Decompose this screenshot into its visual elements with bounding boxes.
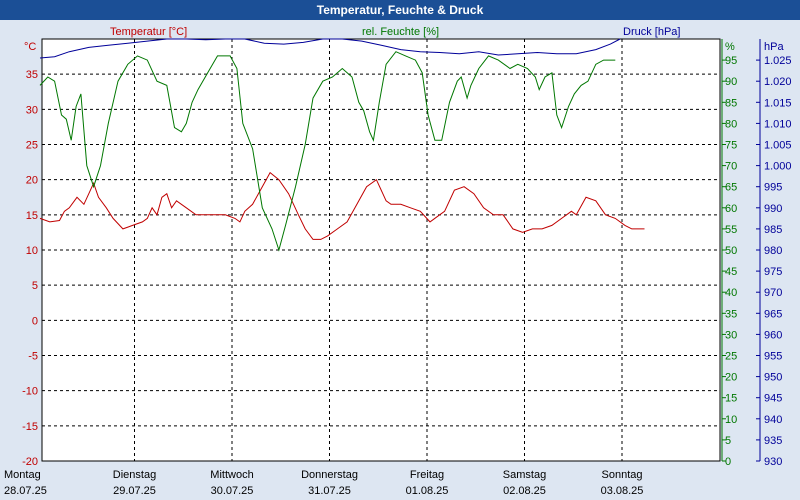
humidity-tick-label: 30 bbox=[725, 329, 737, 341]
pressure-tick-label: 1.025 bbox=[764, 55, 792, 67]
humidity-tick-label: 80 bbox=[725, 118, 737, 130]
temperature-tick-label: 10 bbox=[26, 245, 38, 257]
pressure-tick-label: 940 bbox=[764, 414, 782, 426]
x-date-label: 28.07.25 bbox=[4, 485, 47, 497]
x-day-label: Donnerstag bbox=[301, 469, 358, 481]
temperature-tick-label: 5 bbox=[32, 280, 38, 292]
temperature-unit: °C bbox=[24, 41, 36, 53]
pressure-tick-label: 1.020 bbox=[764, 76, 792, 88]
x-day-label: Samstag bbox=[503, 469, 546, 481]
x-day-label: Montag bbox=[4, 469, 41, 481]
temperature-tick-label: 20 bbox=[26, 175, 38, 187]
x-day-label: Freitag bbox=[410, 469, 444, 481]
x-day-label: Mittwoch bbox=[210, 469, 253, 481]
pressure-tick-label: 955 bbox=[764, 351, 782, 363]
humidity-tick-label: 50 bbox=[725, 245, 737, 257]
humidity-tick-label: 35 bbox=[725, 308, 737, 320]
humidity-tick-label: 95 bbox=[725, 55, 737, 67]
pressure-tick-label: 1.010 bbox=[764, 118, 792, 130]
x-date-label: 02.08.25 bbox=[503, 485, 546, 497]
x-day-label: Dienstag bbox=[113, 469, 156, 481]
humidity-tick-label: 20 bbox=[725, 372, 737, 384]
humidity-tick-label: 55 bbox=[725, 224, 737, 236]
temperature-tick-label: 25 bbox=[26, 140, 38, 152]
pressure-tick-label: 980 bbox=[764, 245, 782, 257]
temperature-tick-label: -5 bbox=[28, 351, 38, 363]
humidity-tick-label: 40 bbox=[725, 287, 737, 299]
temperature-tick-label: 0 bbox=[32, 315, 38, 327]
x-date-label: 03.08.25 bbox=[601, 485, 644, 497]
x-day-label: Sonntag bbox=[602, 469, 643, 481]
x-date-label: 01.08.25 bbox=[406, 485, 449, 497]
humidity-tick-label: 5 bbox=[725, 435, 731, 447]
pressure-tick-label: 990 bbox=[764, 203, 782, 215]
pressure-tick-label: 950 bbox=[764, 372, 782, 384]
humidity-tick-label: 10 bbox=[725, 414, 737, 426]
humidity-tick-label: 85 bbox=[725, 97, 737, 109]
pressure-tick-label: 985 bbox=[764, 224, 782, 236]
pressure-tick-label: 945 bbox=[764, 393, 782, 405]
humidity-tick-label: 70 bbox=[725, 161, 737, 173]
pressure-tick-label: 960 bbox=[764, 329, 782, 341]
temperature-tick-label: 35 bbox=[26, 69, 38, 81]
x-date-label: 29.07.25 bbox=[113, 485, 156, 497]
humidity-tick-label: 15 bbox=[725, 393, 737, 405]
humidity-tick-label: 0 bbox=[725, 456, 731, 468]
humidity-tick-label: 25 bbox=[725, 351, 737, 363]
x-date-label: 31.07.25 bbox=[308, 485, 351, 497]
humidity-tick-label: 90 bbox=[725, 76, 737, 88]
pressure-tick-label: 1.015 bbox=[764, 97, 792, 109]
pressure-tick-label: 1.005 bbox=[764, 140, 792, 152]
humidity-unit: % bbox=[725, 41, 735, 53]
pressure-tick-label: 975 bbox=[764, 266, 782, 278]
temperature-tick-label: -20 bbox=[22, 456, 38, 468]
temperature-tick-label: 30 bbox=[26, 104, 38, 116]
chart-svg: -20 -15 -10 -5 0 5 10 15 20 25 30 35 0 5 10 15 20 25 30 35 4… bbox=[4, 26, 792, 497]
pressure-tick-label: 970 bbox=[764, 287, 782, 299]
chart-title: Temperatur, Feuchte & Druck bbox=[0, 0, 800, 20]
temperature-tick-label: -15 bbox=[22, 421, 38, 433]
pressure-unit: hPa bbox=[764, 41, 784, 53]
pressure-tick-label: 935 bbox=[764, 435, 782, 447]
x-date-label: 30.07.25 bbox=[211, 485, 254, 497]
pressure-tick-label: 995 bbox=[764, 182, 782, 194]
temperature-tick-label: -10 bbox=[22, 386, 38, 398]
humidity-tick-label: 75 bbox=[725, 140, 737, 152]
humidity-tick-label: 65 bbox=[725, 182, 737, 194]
humidity-axis-label: rel. Feuchte [%] bbox=[362, 26, 439, 38]
pressure-axis-label: Druck [hPa] bbox=[623, 26, 680, 38]
humidity-tick-label: 45 bbox=[725, 266, 737, 278]
humidity-tick-label: 60 bbox=[725, 203, 737, 215]
temperature-axis-label: Temperatur [°C] bbox=[110, 26, 187, 38]
pressure-tick-label: 930 bbox=[764, 456, 782, 468]
pressure-tick-label: 965 bbox=[764, 308, 782, 320]
temperature-tick-label: 15 bbox=[26, 210, 38, 222]
pressure-tick-label: 1.000 bbox=[764, 161, 792, 173]
